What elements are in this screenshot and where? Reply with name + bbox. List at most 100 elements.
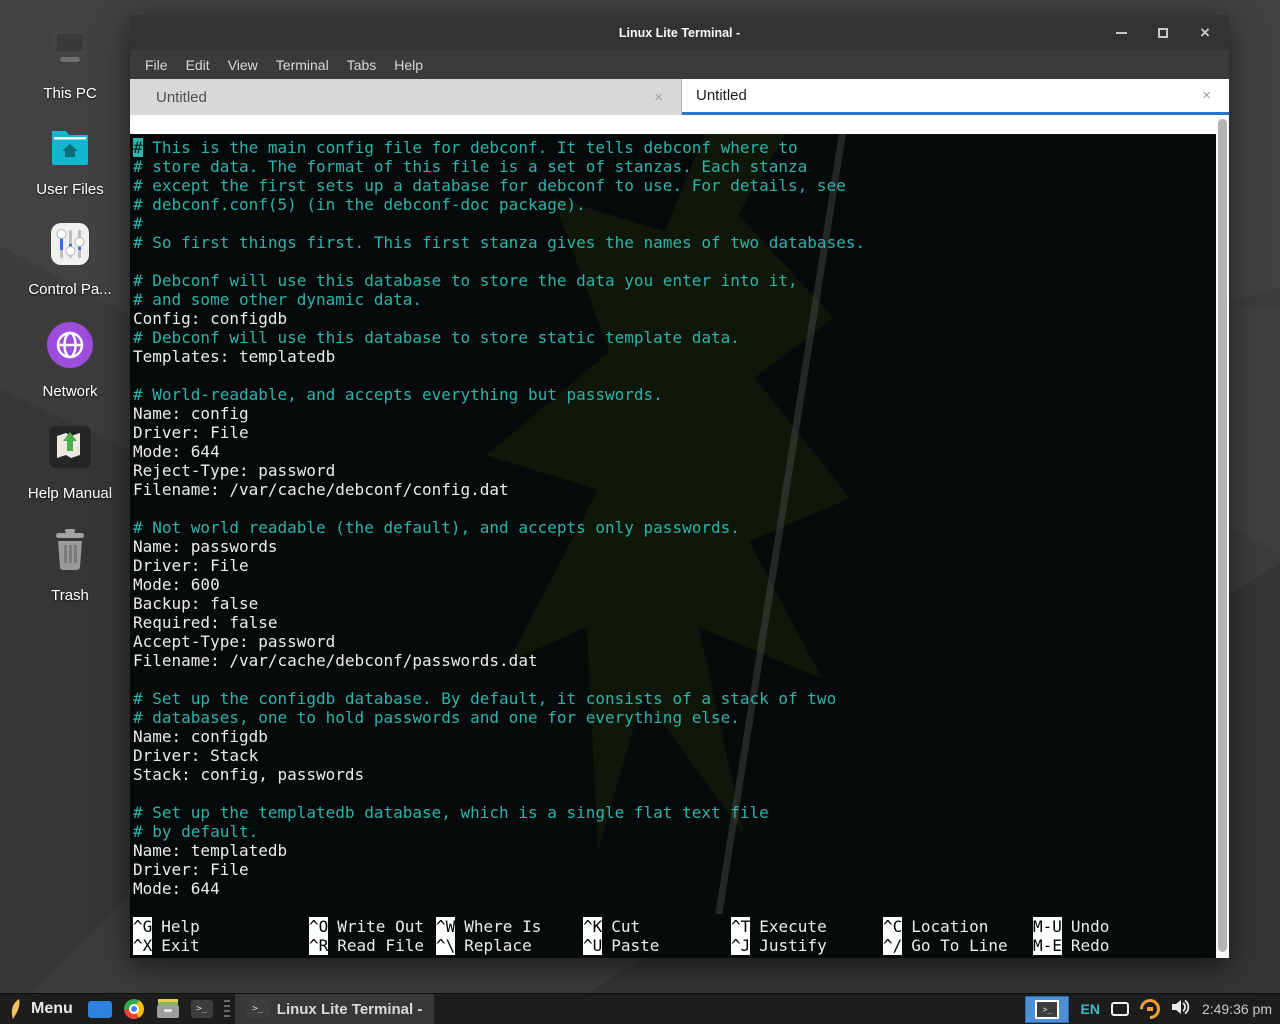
desktop-icon-help-manual[interactable]: Help Manual xyxy=(10,422,130,502)
help-manual-icon xyxy=(45,422,95,477)
nano-shortcut: ^UPaste xyxy=(583,936,731,955)
editor-line xyxy=(133,784,1216,803)
desktop-icon-this-pc[interactable]: This PC xyxy=(10,28,130,102)
terminal-icon: >_ xyxy=(247,1000,269,1018)
shortcut-label: Where Is xyxy=(464,917,541,936)
shortcut-label: Write Out xyxy=(337,917,424,936)
nano-shortcut: ^WWhere Is xyxy=(436,917,583,936)
editor-line: # databases, one to hold passwords and o… xyxy=(133,708,1216,727)
editor-line: Mode: 644 xyxy=(133,879,1216,898)
shortcut-key: ^J xyxy=(731,936,750,955)
shortcut-label: Location xyxy=(911,917,988,936)
tab-untitled-1[interactable]: Untitled × xyxy=(130,79,682,115)
workspace-pager[interactable]: >_ xyxy=(1025,996,1069,1023)
nano-shortcut-bar: ^GHelp^XExit^OWrite Out^RRead File^WWher… xyxy=(133,914,1216,955)
terminal-launcher[interactable]: >_ xyxy=(188,995,216,1023)
archive-launcher[interactable] xyxy=(154,995,182,1023)
menu-help[interactable]: Help xyxy=(385,57,432,73)
shortcut-key: ^R xyxy=(309,936,328,955)
keyboard-layout-indicator[interactable]: EN xyxy=(1080,1001,1099,1017)
terminal-view[interactable]: GNU nano 7.2 /etc/debconf.conf # This is… xyxy=(130,115,1229,958)
desktop: This PC User Files Control Pa... Network… xyxy=(0,0,1280,1024)
editor-line: Config: configdb xyxy=(133,309,1216,328)
tab-untitled-2[interactable]: Untitled × xyxy=(682,79,1229,115)
editor-line: Backup: false xyxy=(133,594,1216,613)
editor-line: Name: configdb xyxy=(133,727,1216,746)
editor-line xyxy=(133,670,1216,689)
menu-file[interactable]: File xyxy=(136,57,177,73)
shortcut-label: Read File xyxy=(337,936,424,955)
file-manager-launcher[interactable] xyxy=(86,995,114,1023)
clock: 2:49:36 pm xyxy=(1202,1001,1272,1017)
linux-lite-logo-icon[interactable] xyxy=(9,998,25,1020)
maximize-button[interactable] xyxy=(1155,25,1171,41)
update-manager-icon[interactable] xyxy=(1136,995,1164,1023)
taskbar: Menu >_ >_ Linux Lite Terminal - >_ EN xyxy=(0,993,1280,1024)
terminal-scrollbar[interactable] xyxy=(1216,115,1229,958)
editor-line: # Debconf will use this database to stor… xyxy=(133,271,1216,290)
tab-label: Untitled xyxy=(696,87,747,104)
nano-shortcut: ^TExecute xyxy=(731,917,883,936)
menu-view[interactable]: View xyxy=(219,57,267,73)
shortcut-key: ^U xyxy=(583,936,602,955)
desktop-icon-label: This PC xyxy=(43,85,96,102)
nano-shortcut: ^C Location xyxy=(883,917,1033,936)
archive-icon xyxy=(156,999,180,1019)
minimize-button[interactable] xyxy=(1113,25,1129,41)
editor-line: # xyxy=(133,214,1216,233)
desktop-icon-user-files[interactable]: User Files xyxy=(10,124,130,198)
menu-edit[interactable]: Edit xyxy=(177,57,219,73)
tab-bar: Untitled × Untitled × xyxy=(130,79,1229,115)
shortcut-label: Justify xyxy=(759,936,826,955)
shortcut-label: Exit xyxy=(161,936,200,955)
shortcut-key: ^C xyxy=(883,917,902,936)
tasklist-window-button[interactable]: >_ Linux Lite Terminal - xyxy=(235,994,435,1024)
nano-editor[interactable]: # This is the main config file for debco… xyxy=(130,134,1216,914)
shortcut-label: Go To Line xyxy=(911,936,1007,955)
desktop-icon-control-panel[interactable]: Control Pa... xyxy=(10,220,130,298)
desktop-icon-network[interactable]: Network xyxy=(10,320,130,400)
editor-line: Filename: /var/cache/debconf/config.dat xyxy=(133,480,1216,499)
close-icon: × xyxy=(1200,24,1210,41)
scrollbar-thumb[interactable] xyxy=(1218,119,1227,952)
editor-line: Name: config xyxy=(133,404,1216,423)
minimize-icon xyxy=(1116,32,1127,34)
shortcut-key: ^X xyxy=(133,936,152,955)
shortcut-key: M-U xyxy=(1033,917,1062,936)
shortcut-label: Undo xyxy=(1071,917,1110,936)
nano-shortcut: ^X Exit xyxy=(133,936,309,955)
desktop-icon-label: Control Pa... xyxy=(28,281,111,298)
menu-tabs[interactable]: Tabs xyxy=(338,57,386,73)
desktop-icon-label: Network xyxy=(42,383,97,400)
editor-line xyxy=(133,499,1216,518)
nano-shortcut: ^OWrite Out xyxy=(309,917,436,936)
chrome-launcher[interactable] xyxy=(120,995,148,1023)
trash-icon xyxy=(45,524,95,579)
nano-shortcut: ^/ Go To Line xyxy=(883,936,1033,955)
close-button[interactable]: × xyxy=(1197,25,1213,41)
tab-close-icon[interactable]: × xyxy=(1202,87,1211,104)
editor-line: # World-readable, and accepts everything… xyxy=(133,385,1216,404)
editor-line: Driver: File xyxy=(133,556,1216,575)
shortcut-key: ^/ xyxy=(883,936,902,955)
desktop-icon-list: This PC User Files Control Pa... Network… xyxy=(10,28,130,604)
menu-button[interactable]: Menu xyxy=(31,1000,73,1018)
nano-shortcut: M-U Undo xyxy=(1033,917,1216,936)
user-files-icon xyxy=(44,124,96,173)
desktop-icon-label: Help Manual xyxy=(28,485,112,502)
file-manager-icon xyxy=(88,1001,112,1018)
editor-line: Templates: templatedb xyxy=(133,347,1216,366)
network-globe-icon xyxy=(45,320,95,375)
display-tray-icon[interactable] xyxy=(1111,1002,1129,1016)
desktop-icon-trash[interactable]: Trash xyxy=(10,524,130,604)
editor-line: # Set up the configdb database. By defau… xyxy=(133,689,1216,708)
menu-terminal[interactable]: Terminal xyxy=(267,57,338,73)
editor-line xyxy=(133,366,1216,385)
terminal-window: Linux Lite Terminal - × File Edit View T… xyxy=(130,15,1229,958)
window-titlebar[interactable]: Linux Lite Terminal - × xyxy=(130,15,1229,50)
nano-shortcut: ^KCut xyxy=(583,917,731,936)
editor-line: # This is the main config file for debco… xyxy=(133,138,1216,157)
maximize-icon xyxy=(1158,28,1168,38)
volume-icon[interactable] xyxy=(1171,998,1191,1021)
tab-close-icon[interactable]: × xyxy=(654,89,663,106)
